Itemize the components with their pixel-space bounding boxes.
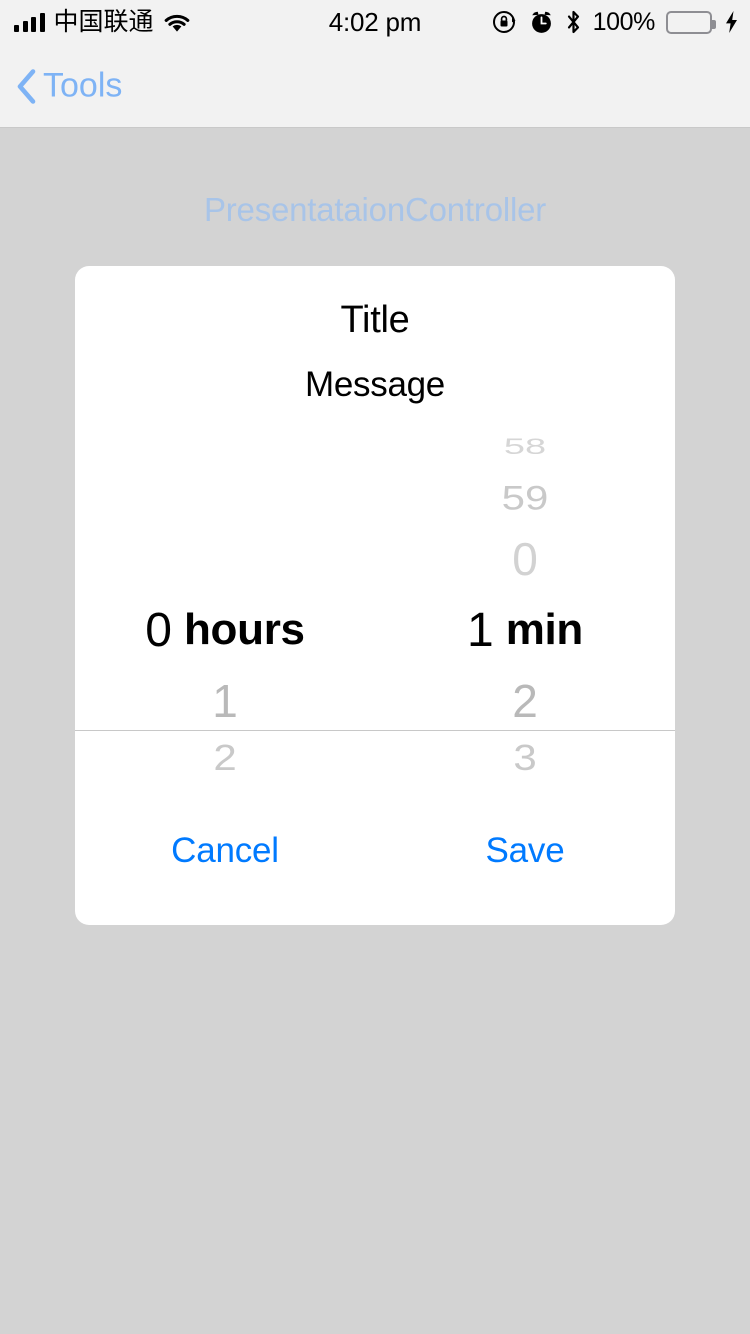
picker-minutes-unit-label: min [506, 605, 583, 655]
picker-option[interactable]: 59 [375, 473, 675, 522]
picker-column-hours[interactable]: 0 hours 1 2 3 [75, 418, 375, 778]
picker-option[interactable]: 3 [375, 733, 675, 779]
cancel-button[interactable]: Cancel [75, 831, 375, 907]
bluetooth-icon [565, 9, 582, 35]
alert-title: Title [75, 299, 675, 342]
picker-option[interactable]: 58 [375, 431, 675, 462]
picker-option[interactable] [75, 473, 375, 522]
alert-message: Message [75, 365, 675, 405]
picker-column-minutes[interactable]: 58 59 0 1 min 2 3 4 [375, 418, 675, 778]
iphone-screen: 中国联通 4:02 pm [0, 0, 750, 1334]
picker-selected-hours-value: 0 [145, 603, 172, 658]
battery-percent-label: 100% [593, 8, 655, 37]
picker-option[interactable]: 0 [375, 526, 675, 592]
alert-actions: Cancel Save [75, 813, 675, 925]
picker-selected-hours: 0 hours [75, 594, 375, 666]
back-button-label: Tools [43, 66, 122, 105]
picker-selected-minutes-value: 1 [467, 603, 494, 658]
picker-selected-minutes: 1 min [375, 594, 675, 666]
chevron-left-icon [16, 69, 36, 103]
page-title: PresentataionController [0, 191, 750, 229]
picker-option[interactable] [75, 431, 375, 462]
picker-selection-line-top [75, 730, 675, 731]
picker-option[interactable]: 2 [375, 668, 675, 734]
alarm-clock-icon [529, 9, 554, 35]
status-bar-right: 100% [492, 0, 740, 44]
rotation-lock-icon [492, 9, 518, 35]
picker-option[interactable]: 1 [75, 668, 375, 734]
navigation-bar: Tools [0, 44, 750, 128]
alert-dialog: Title Message 0 hours 1 2 3 58 59 0 [75, 266, 675, 925]
battery-full-icon [666, 11, 712, 34]
save-button[interactable]: Save [375, 831, 675, 907]
picker-option[interactable] [75, 526, 375, 592]
picker-hours-unit-label: hours [184, 605, 305, 655]
back-button[interactable]: Tools [16, 66, 122, 105]
lightning-bolt-icon [723, 9, 740, 35]
duration-picker[interactable]: 0 hours 1 2 3 58 59 0 1 min 2 3 4 [75, 418, 675, 778]
picker-option[interactable]: 2 [75, 733, 375, 779]
status-bar: 中国联通 4:02 pm [0, 0, 750, 44]
